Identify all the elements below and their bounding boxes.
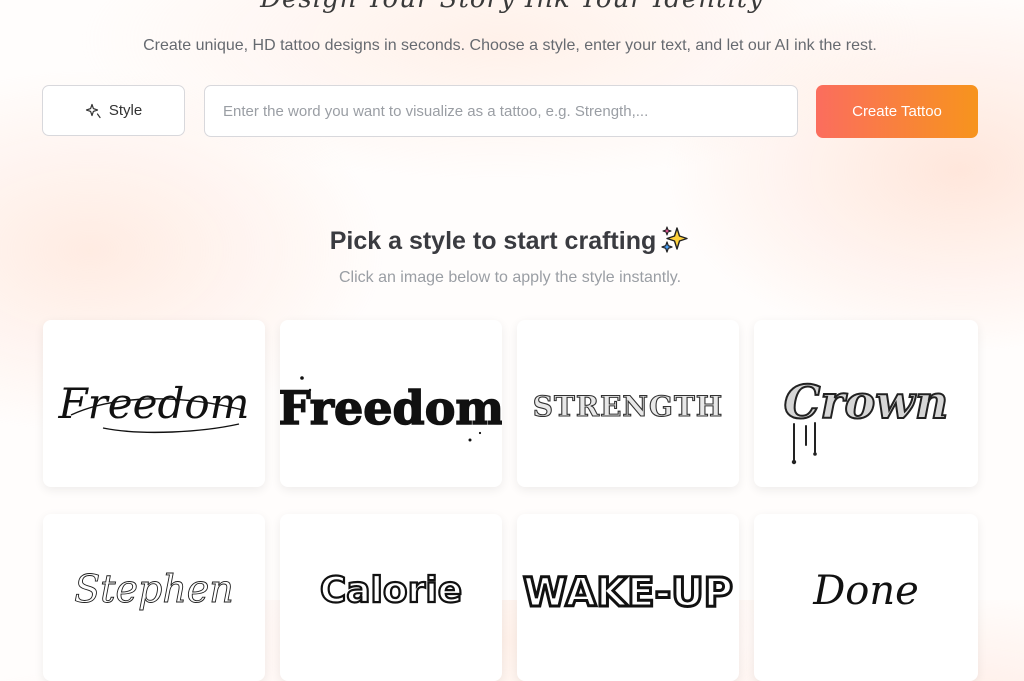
style-card-marker[interactable]: WAKE-UP <box>517 514 739 681</box>
style-preview-graffiti: Calorie <box>319 569 463 612</box>
hero-subtitle: Create unique, HD tattoo designs in seco… <box>143 37 877 54</box>
section-subtitle: Click an image below to apply the style … <box>338 269 682 286</box>
style-card-thin-script[interactable]: Stephen <box>43 514 265 681</box>
section-title-text: Pick a style to start crafting <box>329 227 657 255</box>
style-word-6: WAKE-UP <box>523 570 733 616</box>
style-button-label: Style <box>108 102 143 119</box>
style-preview-script: Freedom <box>58 379 250 434</box>
style-preview-marker: WAKE-UP <box>522 569 735 618</box>
style-preview-thin-script: Stephen <box>74 567 234 612</box>
section-title: Pick a style to start crafting <box>0 225 1020 256</box>
style-card-engraved[interactable]: STRENGTH <box>517 320 739 487</box>
style-preview-engraved: STRENGTH <box>532 389 723 423</box>
style-word-2: STRENGTH <box>533 390 723 423</box>
style-button[interactable]: Style <box>42 85 185 136</box>
tattoo-word-input[interactable] <box>204 85 798 137</box>
hero-tagline: Design Your Story Ink Your Identity <box>0 0 1024 14</box>
style-word-4: Stephen <box>74 567 234 611</box>
create-tattoo-button[interactable]: Create Tattoo <box>816 85 978 138</box>
style-card-gothic[interactable]: Crown <box>754 320 978 487</box>
style-preview-script-done: Done <box>812 568 919 614</box>
style-card-script[interactable]: Freedom <box>43 320 265 487</box>
style-card-blackletter[interactable]: Freedom <box>280 320 502 487</box>
style-word-0: Freedom <box>58 379 250 428</box>
style-card-script-done[interactable]: Done <box>754 514 978 681</box>
style-word-3: Crown <box>784 375 949 429</box>
style-word-1: Freedom <box>280 381 502 435</box>
style-word-7: Done <box>812 568 919 614</box>
sparkle-icon <box>85 103 101 118</box>
style-preview-blackletter: Freedom <box>280 376 502 442</box>
sparkles-icon <box>661 226 688 253</box>
style-card-graffiti[interactable]: Calorie <box>280 514 502 681</box>
style-preview-gothic: Crown <box>783 374 949 465</box>
style-word-5: Calorie <box>320 570 462 611</box>
